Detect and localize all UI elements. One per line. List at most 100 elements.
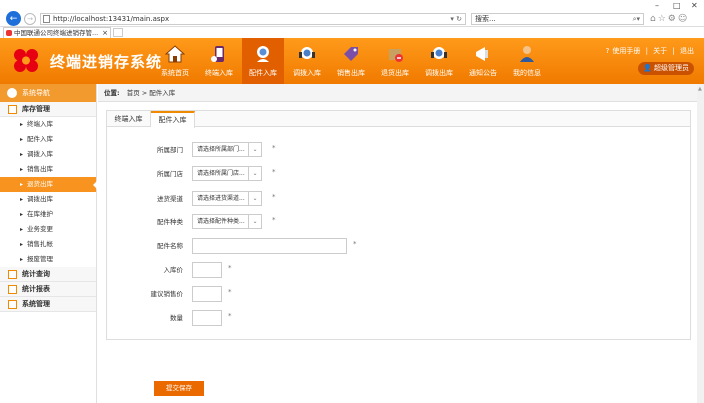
star-icon[interactable]: ☆: [658, 14, 668, 24]
row-name: 配件名称 *: [107, 238, 692, 254]
row-store: 所属门店 请选择所属门店... ⌄ *: [107, 166, 692, 182]
house-icon: [165, 45, 185, 63]
nav-home[interactable]: 系统首页: [154, 38, 196, 84]
sidebar-item-business-change[interactable]: 业务变更: [0, 222, 96, 237]
sidebar-item-stock-maintain[interactable]: 在库维护: [0, 207, 96, 222]
sidebar-group-stat-report[interactable]: 统计报表: [0, 282, 96, 297]
china-unicom-logo: [14, 49, 38, 72]
chevron-down-icon: ⌄: [248, 192, 261, 205]
sidebar: 系统导航 库存管理 终端入库 配件入库 调拨入库 销售出库 退货出库 调拨出库 …: [0, 84, 97, 403]
scroll-up-icon[interactable]: ▲: [698, 86, 703, 94]
required-mark: *: [353, 240, 357, 248]
sidebar-item-transfer-in[interactable]: 调拨入库: [0, 147, 96, 162]
sidebar-group-stat-query[interactable]: 统计查询: [0, 267, 96, 282]
headset-user-icon: [257, 46, 269, 62]
sidebar-item-sales-close[interactable]: 销售扎帐: [0, 237, 96, 252]
nav-my-info[interactable]: 我的信息: [506, 38, 548, 84]
required-mark: *: [272, 216, 276, 224]
nav-parts-in[interactable]: 配件入库: [242, 38, 284, 84]
box-return-icon: [389, 49, 403, 62]
row-channel: 进货渠道 请选择进货渠道... ⌄ *: [107, 191, 692, 207]
suggest-price-input[interactable]: [192, 286, 222, 302]
settings-icon: [8, 300, 17, 309]
sidebar-item-return-out[interactable]: 退货出库: [0, 177, 97, 192]
required-mark: *: [228, 264, 232, 272]
nav-terminal-in[interactable]: 终端入库: [198, 38, 240, 84]
nav-icon: [7, 88, 17, 98]
megaphone-icon: [476, 47, 488, 61]
browser-tabbar: 中国联通公司终端进销存管... ×: [0, 27, 704, 38]
system-title: 终端进销存系统: [50, 53, 163, 71]
link-separator-2: |: [672, 47, 675, 55]
manual-link[interactable]: 使用手册: [612, 47, 640, 55]
maximize-button[interactable]: □: [673, 1, 681, 10]
sidebar-item-parts-in[interactable]: 配件入库: [0, 132, 96, 147]
new-tab-button[interactable]: [113, 28, 123, 37]
close-tab-icon[interactable]: ×: [102, 28, 108, 38]
close-window-button[interactable]: ✕: [691, 1, 698, 10]
scrollbar[interactable]: ▲: [697, 84, 704, 403]
link-separator: |: [645, 47, 648, 55]
type-select[interactable]: 请选择配件种类... ⌄: [192, 214, 262, 229]
about-link[interactable]: 关于: [653, 47, 667, 55]
row-suggest-price: 建议销售价 *: [107, 286, 692, 302]
top-links: ? 使用手册 | 关于 | 退出: [603, 46, 694, 56]
store-select[interactable]: 请选择所属门店... ⌄: [192, 166, 262, 181]
row-type: 配件种类 请选择配件种类... ⌄ *: [107, 214, 692, 230]
url-input[interactable]: http://localhost:13431/main.aspx ▾ ↻: [40, 13, 466, 25]
smiley-icon[interactable]: ☺: [678, 14, 689, 24]
browser-tab[interactable]: 中国联通公司终端进销存管... ×: [3, 27, 111, 38]
headset-icon: [299, 47, 315, 59]
sidebar-group-system[interactable]: 系统管理: [0, 297, 96, 312]
nav-transfer-in[interactable]: 调拨入库: [286, 38, 328, 84]
nav-notice[interactable]: 通知公告: [462, 38, 504, 84]
nav-return-out[interactable]: 退货出库: [374, 38, 416, 84]
dept-label: 所属部门: [157, 146, 183, 154]
arrow-left-icon: ←: [9, 13, 18, 24]
user-badge[interactable]: 👤 超级管理员: [638, 62, 694, 75]
search-input[interactable]: 搜索... ⌕▾: [471, 13, 644, 25]
sidebar-group-inventory[interactable]: 库存管理: [0, 102, 96, 117]
form-tabs: 终端入库 配件入库: [107, 111, 690, 128]
sidebar-item-transfer-out[interactable]: 调拨出库: [0, 192, 96, 207]
forward-button[interactable]: →: [24, 13, 36, 25]
submit-button[interactable]: 提交保存: [154, 381, 204, 396]
sidebar-item-scrap[interactable]: 报废管理: [0, 252, 96, 267]
sidebar-item-sales-out[interactable]: 销售出库: [0, 162, 96, 177]
breadcrumb-home[interactable]: 首页: [127, 89, 140, 97]
tab-parts-in[interactable]: 配件入库: [151, 111, 195, 128]
refresh-icon[interactable]: ▾ ↻: [450, 14, 462, 24]
search-icon[interactable]: ⌕▾: [633, 14, 640, 24]
tag-icon: [344, 47, 358, 61]
channel-label: 进货渠道: [157, 195, 183, 203]
home-icon[interactable]: ⌂: [650, 14, 658, 24]
user-icon-small: 👤: [643, 64, 652, 72]
name-label: 配件名称: [157, 242, 183, 250]
sidebar-item-terminal-in[interactable]: 终端入库: [0, 117, 96, 132]
chevron-down-icon: ⌄: [248, 167, 261, 180]
price-input[interactable]: [192, 262, 222, 278]
suggest-label: 建议销售价: [150, 290, 184, 298]
tab-terminal-in[interactable]: 终端入库: [107, 111, 151, 127]
minimize-button[interactable]: –: [655, 1, 659, 10]
dept-select[interactable]: 请选择所属部门... ⌄: [192, 142, 262, 157]
price-label: 入库价: [163, 266, 184, 274]
favicon-icon: [6, 30, 12, 36]
name-input[interactable]: [192, 238, 347, 254]
logout-link[interactable]: 退出: [680, 47, 694, 55]
required-mark: *: [272, 144, 276, 152]
arrow-right-icon: →: [27, 15, 33, 23]
gear-icon[interactable]: ⚙: [668, 14, 678, 24]
breadcrumb-sep: >: [141, 89, 148, 97]
nav-transfer-out[interactable]: 调拨出库: [418, 38, 460, 84]
query-icon: [8, 270, 17, 279]
row-dept: 所属部门 请选择所属部门... ⌄ *: [107, 142, 692, 158]
channel-select[interactable]: 请选择进货渠道... ⌄: [192, 191, 262, 206]
sidebar-title: 系统导航: [22, 89, 50, 97]
back-button[interactable]: ←: [6, 11, 21, 26]
form-panel: 终端入库 配件入库 所属部门 请选择所属部门... ⌄ * 所属门店 请选择所属门…: [106, 110, 691, 340]
edit-icon: [8, 105, 17, 114]
qty-input[interactable]: [192, 310, 222, 326]
nav-sales-out[interactable]: 销售出库: [330, 38, 372, 84]
url-text: http://localhost:13431/main.aspx: [53, 15, 170, 23]
